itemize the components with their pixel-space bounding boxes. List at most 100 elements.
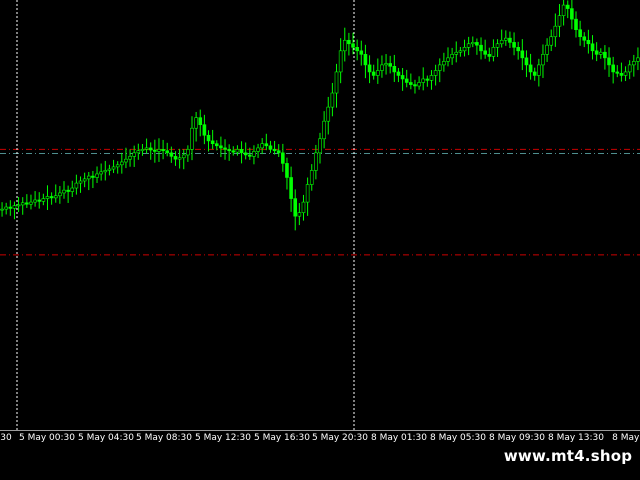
candle-body — [458, 50, 463, 53]
candle-body — [144, 147, 149, 150]
candle-body — [293, 198, 298, 217]
candle-body — [512, 42, 516, 48]
candle-body — [603, 51, 607, 59]
price-chart[interactable] — [0, 0, 640, 430]
candle — [607, 47, 611, 77]
candle — [186, 145, 190, 162]
time-tick-label: 5 May 08:30 — [136, 433, 192, 443]
candle-body — [409, 82, 413, 85]
candle — [537, 58, 541, 87]
candle — [111, 159, 116, 174]
candle-body — [95, 173, 99, 178]
candle-body — [636, 57, 640, 62]
candle — [355, 39, 359, 61]
candle-body — [450, 54, 454, 59]
candle — [462, 39, 467, 57]
candle — [223, 139, 227, 160]
candle-body — [206, 134, 211, 142]
candle-body — [74, 182, 79, 189]
candle-body — [268, 145, 273, 150]
candle-body — [231, 150, 236, 153]
candle-body — [499, 39, 504, 45]
candle — [53, 184, 58, 203]
time-tick-label: 5 May 16:30 — [254, 433, 310, 443]
candle — [107, 164, 112, 176]
candle-body — [86, 175, 91, 180]
candle — [132, 145, 136, 167]
candle-body — [111, 166, 116, 170]
candle — [74, 174, 79, 195]
candle-body — [202, 124, 207, 136]
candle — [359, 40, 364, 66]
candle — [541, 44, 545, 78]
candle-body — [157, 149, 161, 152]
candle — [314, 144, 318, 180]
time-tick-label: 5 May 00:30 — [19, 433, 75, 443]
candle — [239, 141, 244, 164]
candle-body — [413, 84, 417, 87]
candle — [91, 170, 95, 189]
candle-body — [161, 149, 165, 152]
candle — [165, 142, 170, 157]
candle-body — [437, 64, 442, 71]
candle — [41, 193, 46, 206]
candle — [198, 109, 203, 137]
candle-body — [611, 64, 615, 73]
candle — [99, 163, 103, 181]
candle — [619, 62, 624, 82]
candle — [338, 38, 343, 84]
candle — [70, 180, 75, 198]
candle-body — [561, 4, 566, 16]
candle — [565, 0, 570, 19]
candle — [37, 192, 42, 209]
candle — [520, 39, 525, 71]
candle-body — [243, 152, 248, 156]
candle-body — [342, 39, 347, 52]
candle — [128, 149, 132, 167]
candle-body — [537, 64, 541, 76]
chart-plot — [0, 0, 640, 430]
candle-body — [235, 149, 240, 153]
candle-body — [433, 70, 438, 76]
candle — [504, 30, 508, 46]
candle-body — [120, 161, 124, 166]
candle-body — [392, 65, 397, 73]
candle — [413, 79, 417, 94]
candle — [594, 42, 599, 62]
candle — [86, 172, 91, 191]
candle — [421, 67, 426, 91]
candle — [450, 47, 454, 65]
candle-body — [454, 51, 459, 55]
candle-body — [338, 50, 343, 73]
time-tick-label: 5 May 12:30 — [195, 433, 251, 443]
candle-body — [623, 71, 628, 76]
candle — [318, 132, 322, 164]
candle — [326, 96, 331, 135]
candle-body — [504, 37, 508, 41]
candle-body — [553, 25, 558, 38]
time-tick-label: 5 May 04:30 — [78, 433, 134, 443]
candle — [454, 41, 459, 63]
candle — [12, 201, 17, 220]
candle-body — [318, 138, 322, 154]
candle — [400, 67, 405, 91]
candle — [545, 38, 549, 62]
candle-body — [260, 143, 264, 149]
candle — [380, 55, 384, 78]
candle — [82, 172, 87, 188]
candle-body — [37, 199, 42, 202]
candle-body — [173, 156, 178, 160]
candle — [58, 186, 62, 204]
candle — [549, 29, 554, 52]
candle — [623, 66, 628, 82]
candle — [483, 39, 487, 59]
candle-body — [20, 202, 25, 206]
candle-body — [53, 195, 58, 199]
candle — [586, 29, 591, 54]
candle-body — [590, 43, 595, 52]
candle — [289, 166, 293, 212]
candle-body — [425, 78, 430, 81]
candle — [417, 76, 421, 90]
candle-body — [107, 168, 112, 171]
candle-body — [256, 147, 260, 152]
